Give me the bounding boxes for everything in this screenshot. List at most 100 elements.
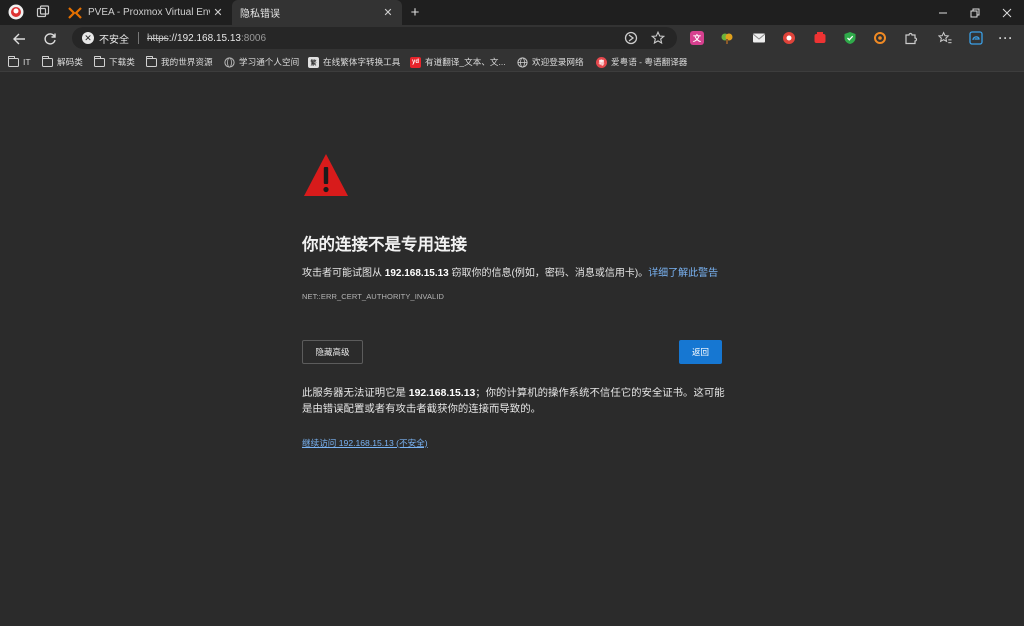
security-indicator[interactable]: ✕ 不安全 (72, 27, 129, 49)
close-icon[interactable]: ✕ (210, 5, 226, 21)
extension-translate-icon[interactable]: 文 (690, 31, 704, 45)
close-icon[interactable]: ✕ (380, 5, 396, 21)
menu-button[interactable]: ··· (999, 31, 1013, 45)
extensions-button[interactable] (904, 31, 918, 45)
bookmark-label: 下载类 (109, 57, 135, 67)
description-text: 攻击者可能试图从 (302, 268, 385, 279)
bookmark-folder-it[interactable]: IT (8, 55, 31, 69)
new-tab-button[interactable]: + (405, 3, 425, 21)
details-text: 此服务器无法证明它是 (302, 388, 409, 399)
extension-record-icon[interactable] (782, 31, 796, 45)
error-description: 攻击者可能试图从 192.168.15.13 窃取你的信息(例如，密码、消息或信… (302, 264, 718, 279)
record-icon (783, 32, 795, 44)
security-label: 不安全 (99, 34, 129, 46)
bookmark-label: 有道翻译_文本、文... (425, 57, 506, 67)
folder-icon (146, 55, 157, 67)
profile-avatar[interactable] (6, 3, 26, 21)
extension-leaf-icon[interactable] (720, 31, 734, 45)
bookmark-folder-minecraft[interactable]: 我的世界资源 (146, 55, 213, 69)
extension-shield-icon[interactable] (843, 31, 857, 45)
gear-icon (874, 32, 886, 44)
proceed-unsafe-link[interactable]: 继续访问 192.168.15.13 (不安全) (302, 437, 428, 449)
omnibox-divider (138, 32, 139, 44)
toolbar: ✕ 不安全 https://192.168.15.13:8006 文 ··· (0, 25, 1024, 52)
tab-title: 隐私错误 (240, 9, 280, 20)
bookmark-label: 爱粤语 - 粤语翻译器 (611, 57, 688, 67)
bookmark-label: 解码类 (57, 57, 83, 67)
workspaces-button[interactable] (33, 3, 53, 21)
bookmark-label: 学习通个人空间 (239, 57, 300, 67)
more-icon: ··· (998, 31, 1014, 45)
restore-icon (970, 8, 980, 17)
page-title: 你的连接不是专用连接 (302, 236, 467, 254)
extension-red-icon[interactable] (813, 31, 827, 45)
go-back-button[interactable]: 返回 (679, 340, 722, 364)
globe-icon (224, 56, 235, 68)
bookmark-login-network[interactable]: 欢迎登录网络 (517, 55, 584, 69)
host-name: 192.168.15.13 (384, 268, 449, 279)
bookmark-xuexitong[interactable]: 学习通个人空间 (224, 55, 299, 69)
error-code: NET::ERR_CERT_AUTHORITY_INVALID (302, 292, 445, 301)
description-text: 窃取你的信息(例如，密码、消息或信用卡)。 (448, 268, 649, 279)
arrow-left-icon (13, 33, 25, 45)
bookmark-label: 我的世界资源 (161, 57, 213, 67)
folder-icon (42, 55, 53, 67)
site-icon: 粤 (596, 56, 607, 68)
shield-icon (844, 32, 856, 44)
bookmark-label: 在线繁体字转换工具 (323, 57, 401, 67)
bookmark-traditional-convert[interactable]: 繁 在线繁体字转换工具 (308, 55, 400, 69)
minimize-button[interactable] (926, 0, 960, 25)
url-port: :8006 (240, 32, 267, 44)
back-button[interactable] (9, 29, 29, 49)
favorites-button[interactable] (938, 31, 952, 45)
learn-more-link[interactable]: 详细了解此警告 (648, 268, 718, 279)
bookmark-folder-download[interactable]: 下载类 (94, 55, 135, 69)
translate-button[interactable] (623, 30, 639, 46)
workspaces-icon (36, 5, 50, 18)
bookmark-cantonese[interactable]: 粤 爱粤语 - 粤语翻译器 (596, 55, 687, 69)
proxmox-icon (68, 6, 82, 19)
url-host: ://192.168.15.13 (168, 32, 241, 44)
bookmark-folder-decode[interactable]: 解码类 (42, 55, 83, 69)
folder-icon (94, 55, 105, 67)
extension-mail-icon[interactable] (752, 31, 766, 45)
bookmark-label: IT (23, 57, 31, 67)
tab-proxmox[interactable]: PVEA - Proxmox Virtual Environment ✕ (60, 0, 232, 25)
bookmark-label: 欢迎登录网络 (532, 57, 584, 67)
refresh-icon (44, 33, 56, 45)
error-page: 你的连接不是专用连接 攻击者可能试图从 192.168.15.13 窃取你的信息… (0, 73, 1024, 626)
minimize-icon (939, 12, 947, 13)
youdao-icon: yd (410, 56, 421, 68)
tab-title: PVEA - Proxmox Virtual Environment (88, 7, 210, 18)
url-scheme: https (147, 32, 169, 44)
bag-icon (814, 32, 826, 43)
host-name: 192.168.15.13 (408, 388, 476, 399)
avatar-icon (8, 4, 24, 20)
bookmarks-bar: IT 解码类 下载类 我的世界资源 学习通个人空间 繁 在线繁体字转换工具 yd… (0, 52, 1024, 72)
plus-icon: + (410, 3, 420, 21)
translate-icon (624, 31, 638, 45)
url-text[interactable]: https://192.168.15.13:8006 (147, 33, 266, 44)
edge-icon (969, 31, 983, 45)
refresh-button[interactable] (40, 29, 60, 49)
globe-icon (517, 56, 528, 68)
not-secure-icon: ✕ (82, 32, 94, 44)
favorite-button[interactable] (650, 30, 666, 46)
address-bar[interactable]: ✕ 不安全 https://192.168.15.13:8006 (72, 27, 677, 49)
star-icon (651, 31, 665, 45)
tab-strip: PVEA - Proxmox Virtual Environment ✕ 隐私错… (0, 0, 1024, 25)
folder-icon (8, 55, 19, 67)
hide-advanced-button[interactable]: 隐藏高级 (302, 340, 363, 364)
extension-orange-icon[interactable] (873, 31, 887, 45)
site-icon: 繁 (308, 56, 319, 68)
favorites-list-icon (938, 31, 952, 44)
tab-privacy-error[interactable]: 隐私错误 ✕ (232, 0, 402, 25)
advanced-details: 此服务器无法证明它是 192.168.15.13；你的计算机的操作系统不信任它的… (302, 386, 727, 418)
close-window-button[interactable] (990, 0, 1024, 25)
restore-button[interactable] (958, 0, 992, 25)
leaf-icon (721, 33, 733, 44)
close-icon (1002, 8, 1012, 17)
mail-icon (752, 33, 766, 43)
collections-button[interactable] (969, 31, 983, 45)
bookmark-youdao[interactable]: yd 有道翻译_文本、文... (410, 55, 506, 69)
